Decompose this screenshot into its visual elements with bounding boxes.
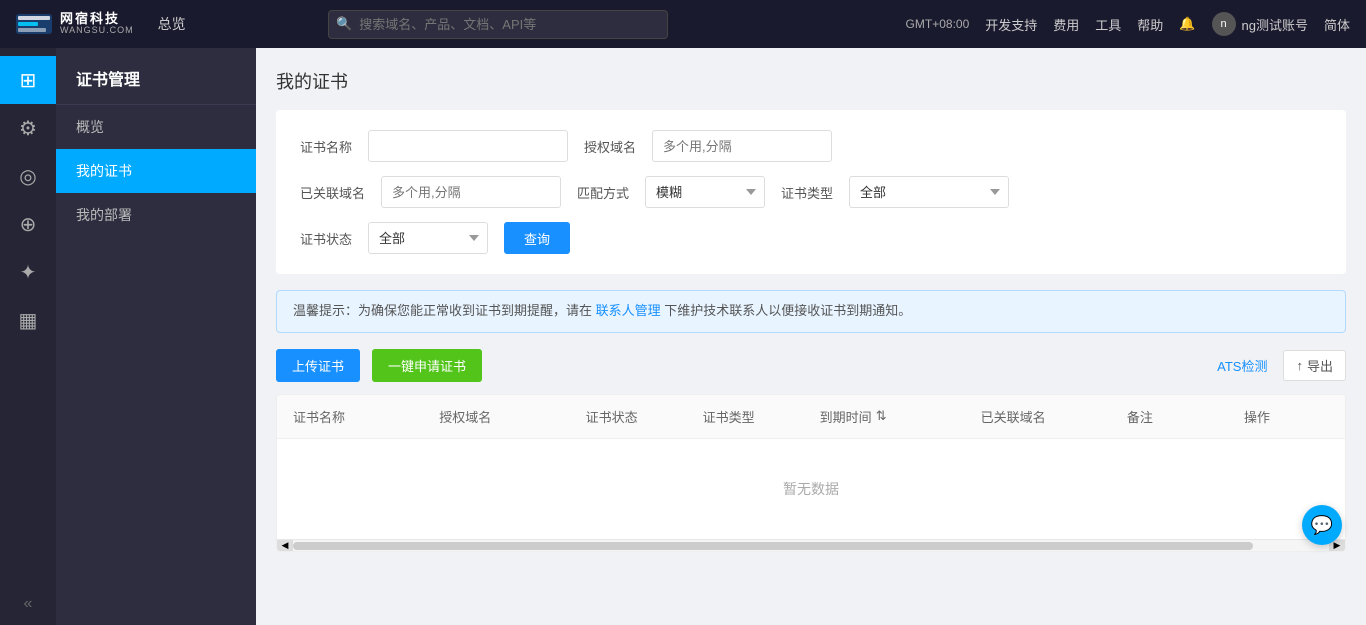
query-button[interactable]: 查询 (504, 222, 570, 254)
sidebar-item-star[interactable]: ✦ (0, 248, 56, 296)
action-row: 上传证书 一键申请证书 ATS检测 ↑ 导出 (276, 349, 1346, 382)
filter-card: 证书名称 授权域名 已关联域名 匹配方式 模糊 精确 证书类型 全部 DV OV (276, 110, 1346, 274)
th-note: 备注 (1111, 395, 1228, 438)
th-actions: 操作 (1228, 395, 1345, 438)
auth-domain-input[interactable] (652, 130, 832, 162)
match-method-select[interactable]: 模糊 精确 (645, 176, 765, 208)
user-avatar-wrap[interactable]: n ng测试账号 (1212, 12, 1308, 36)
search-bar: 🔍 (328, 10, 668, 39)
sidebar-item-dashboard[interactable]: ⊞ (0, 56, 56, 104)
notice-link[interactable]: 联系人管理 (596, 303, 661, 318)
logo-domain: WANGSU.COM (60, 26, 134, 36)
linked-domain-input[interactable] (381, 176, 561, 208)
th-cert-status: 证书状态 (570, 395, 687, 438)
logo-company: 网宿科技 (60, 12, 134, 26)
notice-prefix: 温馨提示：为确保您能正常收到证书到期提醒，请在 (293, 303, 592, 318)
table-empty-message: 暂无数据 (277, 439, 1345, 539)
search-icon: 🔍 (336, 16, 352, 32)
nav-item-my-cert[interactable]: 我的证书 (56, 149, 256, 193)
sidebar: ⊞ ⚙ ◎ ⊕ ✦ ▦ « (0, 48, 56, 625)
nav-item-overview[interactable]: 概览 (56, 105, 256, 149)
th-linked-domain: 已关联域名 (965, 395, 1111, 438)
export-label: 导出 (1307, 356, 1333, 375)
language-switch[interactable]: 简体 (1324, 15, 1350, 34)
th-auth-domain: 授权域名 (423, 395, 569, 438)
auth-domain-label: 授权域名 (584, 137, 636, 156)
cert-type-select[interactable]: 全部 DV OV EV (849, 176, 1009, 208)
dev-support-link[interactable]: 开发支持 (985, 15, 1037, 34)
th-expire-time[interactable]: 到期时间 ⇅ (804, 395, 965, 438)
top-navbar: 网宿科技 WANGSU.COM 总览 🔍 GMT+08:00 开发支持 费用 工… (0, 0, 1366, 48)
notice-box: 温馨提示：为确保您能正常收到证书到期提醒，请在 联系人管理 下维护技术联系人以便… (276, 290, 1346, 333)
sidebar-item-settings[interactable]: ⚙ (0, 104, 56, 152)
monitor-icon: ◎ (19, 164, 36, 189)
content-area: 我的证书 证书名称 授权域名 已关联域名 匹配方式 模糊 精确 证书类型 (256, 48, 1366, 625)
timezone-label: GMT+08:00 (906, 17, 970, 31)
fees-link[interactable]: 费用 (1053, 15, 1079, 34)
nav-item-my-deploy[interactable]: 我的部署 (56, 193, 256, 237)
cert-name-label: 证书名称 (300, 137, 352, 156)
username-label: ng测试账号 (1242, 15, 1308, 34)
left-nav-panel: 证书管理 概览 我的证书 我的部署 (56, 48, 256, 625)
ats-check-link[interactable]: ATS检测 (1217, 356, 1267, 375)
match-method-label: 匹配方式 (577, 183, 629, 202)
table-header: 证书名称 授权域名 证书状态 证书类型 到期时间 ⇅ 已关联域名 备注 操作 (277, 395, 1345, 439)
upload-cert-button[interactable]: 上传证书 (276, 349, 360, 382)
filter-row-3: 证书状态 全部 正常 即将过期 已过期 查询 (300, 222, 1322, 254)
logo: 网宿科技 WANGSU.COM (16, 10, 134, 38)
cert-name-input[interactable] (368, 130, 568, 162)
nav-menu-overview[interactable]: 总览 (158, 14, 186, 34)
data-table: 证书名称 授权域名 证书状态 证书类型 到期时间 ⇅ 已关联域名 备注 操作 暂… (276, 394, 1346, 552)
settings-icon: ⚙ (19, 116, 37, 141)
table-scrollbar[interactable]: ◀ ▶ (277, 539, 1345, 551)
add-icon: ⊕ (20, 212, 37, 237)
scrollbar-thumb[interactable] (293, 542, 1253, 550)
export-button[interactable]: ↑ 导出 (1283, 350, 1346, 381)
sidebar-item-grid[interactable]: ▦ (0, 296, 56, 344)
chat-icon: 💬 (1311, 515, 1333, 536)
cert-status-label: 证书状态 (300, 229, 352, 248)
notification-icon[interactable]: 🔔 (1179, 16, 1195, 32)
filter-row-1: 证书名称 授权域名 (300, 130, 1322, 162)
search-input[interactable] (328, 10, 668, 39)
grid-icon: ▦ (19, 308, 38, 333)
filter-row-2: 已关联域名 匹配方式 模糊 精确 证书类型 全部 DV OV EV (300, 176, 1322, 208)
apply-cert-button[interactable]: 一键申请证书 (372, 349, 482, 382)
action-right: ATS检测 ↑ 导出 (1217, 350, 1346, 381)
collapse-icon: « (24, 595, 33, 613)
linked-domain-label: 已关联域名 (300, 183, 365, 202)
dashboard-icon: ⊞ (20, 68, 37, 93)
sort-icon: ⇅ (876, 408, 887, 424)
star-icon: ✦ (20, 260, 37, 285)
scroll-left-arrow[interactable]: ◀ (277, 540, 293, 551)
help-link[interactable]: 帮助 (1137, 15, 1163, 34)
main-layout: ⊞ ⚙ ◎ ⊕ ✦ ▦ « 证书管理 概览 我的证书 我的部署 我的证书 (0, 48, 1366, 625)
logo-text: 网宿科技 WANGSU.COM (60, 12, 134, 36)
th-cert-type: 证书类型 (687, 395, 804, 438)
sidebar-collapse-btn[interactable]: « (0, 595, 56, 625)
export-icon: ↑ (1296, 358, 1303, 373)
tools-link[interactable]: 工具 (1095, 15, 1121, 34)
th-cert-name: 证书名称 (277, 395, 423, 438)
cert-status-select[interactable]: 全部 正常 即将过期 已过期 (368, 222, 488, 254)
page-title: 我的证书 (276, 68, 1346, 94)
sidebar-item-add[interactable]: ⊕ (0, 200, 56, 248)
float-chat-button[interactable]: 💬 (1302, 505, 1342, 545)
notice-suffix: 下维护技术联系人以便接收证书到期通知。 (664, 303, 911, 318)
top-nav-right: GMT+08:00 开发支持 费用 工具 帮助 🔔 n ng测试账号 简体 (906, 12, 1350, 36)
avatar: n (1212, 12, 1236, 36)
left-panel-title: 证书管理 (56, 48, 256, 105)
logo-icon (16, 10, 52, 38)
cert-type-label: 证书类型 (781, 183, 833, 202)
sidebar-item-monitor[interactable]: ◎ (0, 152, 56, 200)
